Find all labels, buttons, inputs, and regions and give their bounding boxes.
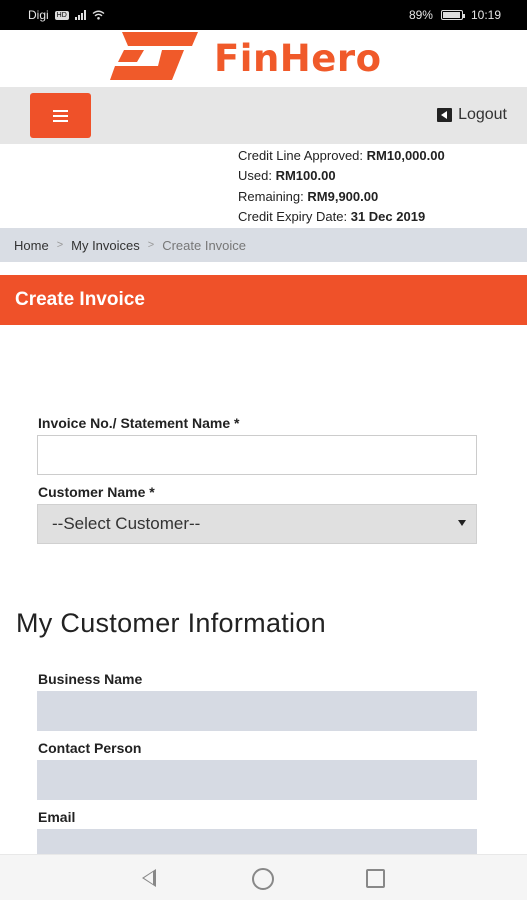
credit-expiry-label: Credit Expiry Date:	[238, 208, 348, 224]
breadcrumb-my-invoices[interactable]: My Invoices	[71, 238, 140, 253]
signal-icon	[74, 10, 86, 20]
finhero-logo-icon	[110, 32, 198, 80]
brand-logo[interactable]: FinHero	[110, 32, 382, 84]
status-bar: Digi HD 89% 10:19	[0, 0, 527, 30]
breadcrumb-current: Create Invoice	[162, 237, 247, 253]
credit-remaining-label: Remaining:	[238, 188, 304, 204]
back-icon[interactable]	[142, 869, 156, 887]
status-left: Digi HD	[28, 8, 105, 22]
breadcrumb-separator: >	[56, 239, 64, 251]
credit-remaining-row: Remaining: RM9,900.00	[238, 187, 445, 207]
android-nav-bar	[0, 854, 527, 900]
logout-icon	[437, 108, 453, 122]
invoice-number-label: Invoice No./ Statement Name *	[38, 415, 240, 431]
credit-approved-row: Credit Line Approved: RM10,000.00	[238, 146, 445, 166]
customer-name-label: Customer Name *	[38, 484, 155, 500]
hamburger-icon-line	[53, 114, 68, 117]
credit-approved-value: RM10,000.00	[366, 148, 445, 163]
credit-approved-label: Credit Line Approved:	[238, 148, 364, 163]
hamburger-icon-line	[53, 119, 68, 122]
page-title: Create Invoice	[15, 289, 145, 310]
credit-used-value: RM100.00	[275, 168, 336, 184]
logo-header: FinHero	[0, 30, 527, 88]
credit-expiry-row: Credit Expiry Date: 31 Dec 2019	[238, 207, 445, 227]
breadcrumb-home[interactable]: Home	[14, 238, 49, 253]
nav-bar: Logout	[0, 87, 527, 144]
dropdown-arrow-icon	[458, 520, 466, 526]
status-right: 89% 10:19	[409, 8, 501, 22]
business-name-label: Business Name	[38, 671, 143, 687]
credit-used-row: Used: RM100.00	[238, 166, 445, 186]
logout-button[interactable]: Logout	[437, 106, 507, 124]
menu-button[interactable]	[30, 93, 91, 138]
breadcrumb-separator: >	[147, 239, 155, 251]
home-icon[interactable]	[252, 868, 274, 890]
carrier-name: Digi	[28, 8, 49, 22]
invoice-number-input[interactable]	[37, 435, 477, 475]
carrier-badge: HD	[54, 10, 69, 20]
battery-percent: 89%	[408, 8, 433, 22]
email-label: Email	[38, 809, 76, 825]
customer-select[interactable]: --Select Customer--	[37, 504, 477, 544]
credit-used-label: Used:	[238, 168, 272, 184]
logout-label: Logout	[458, 106, 507, 123]
hamburger-icon-line	[53, 109, 68, 112]
contact-person-field	[37, 760, 477, 800]
brand-name: FinHero	[214, 36, 382, 80]
page-title-banner: Create Invoice	[0, 275, 527, 325]
credit-remaining-value: RM9,900.00	[307, 188, 379, 204]
battery-icon	[440, 10, 465, 20]
clock: 10:19	[470, 8, 501, 22]
credit-expiry-value: 31 Dec 2019	[350, 208, 426, 224]
customer-select-value: --Select Customer--	[52, 514, 201, 533]
contact-person-label: Contact Person	[38, 740, 142, 756]
recent-apps-icon[interactable]	[366, 869, 385, 888]
business-name-field	[37, 691, 477, 731]
breadcrumb: Home > My Invoices > Create Invoice	[0, 228, 527, 262]
credit-summary: Credit Line Approved: RM10,000.00 Used: …	[238, 146, 445, 227]
customer-info-heading: My Customer Information	[16, 608, 326, 638]
wifi-icon	[92, 10, 105, 20]
